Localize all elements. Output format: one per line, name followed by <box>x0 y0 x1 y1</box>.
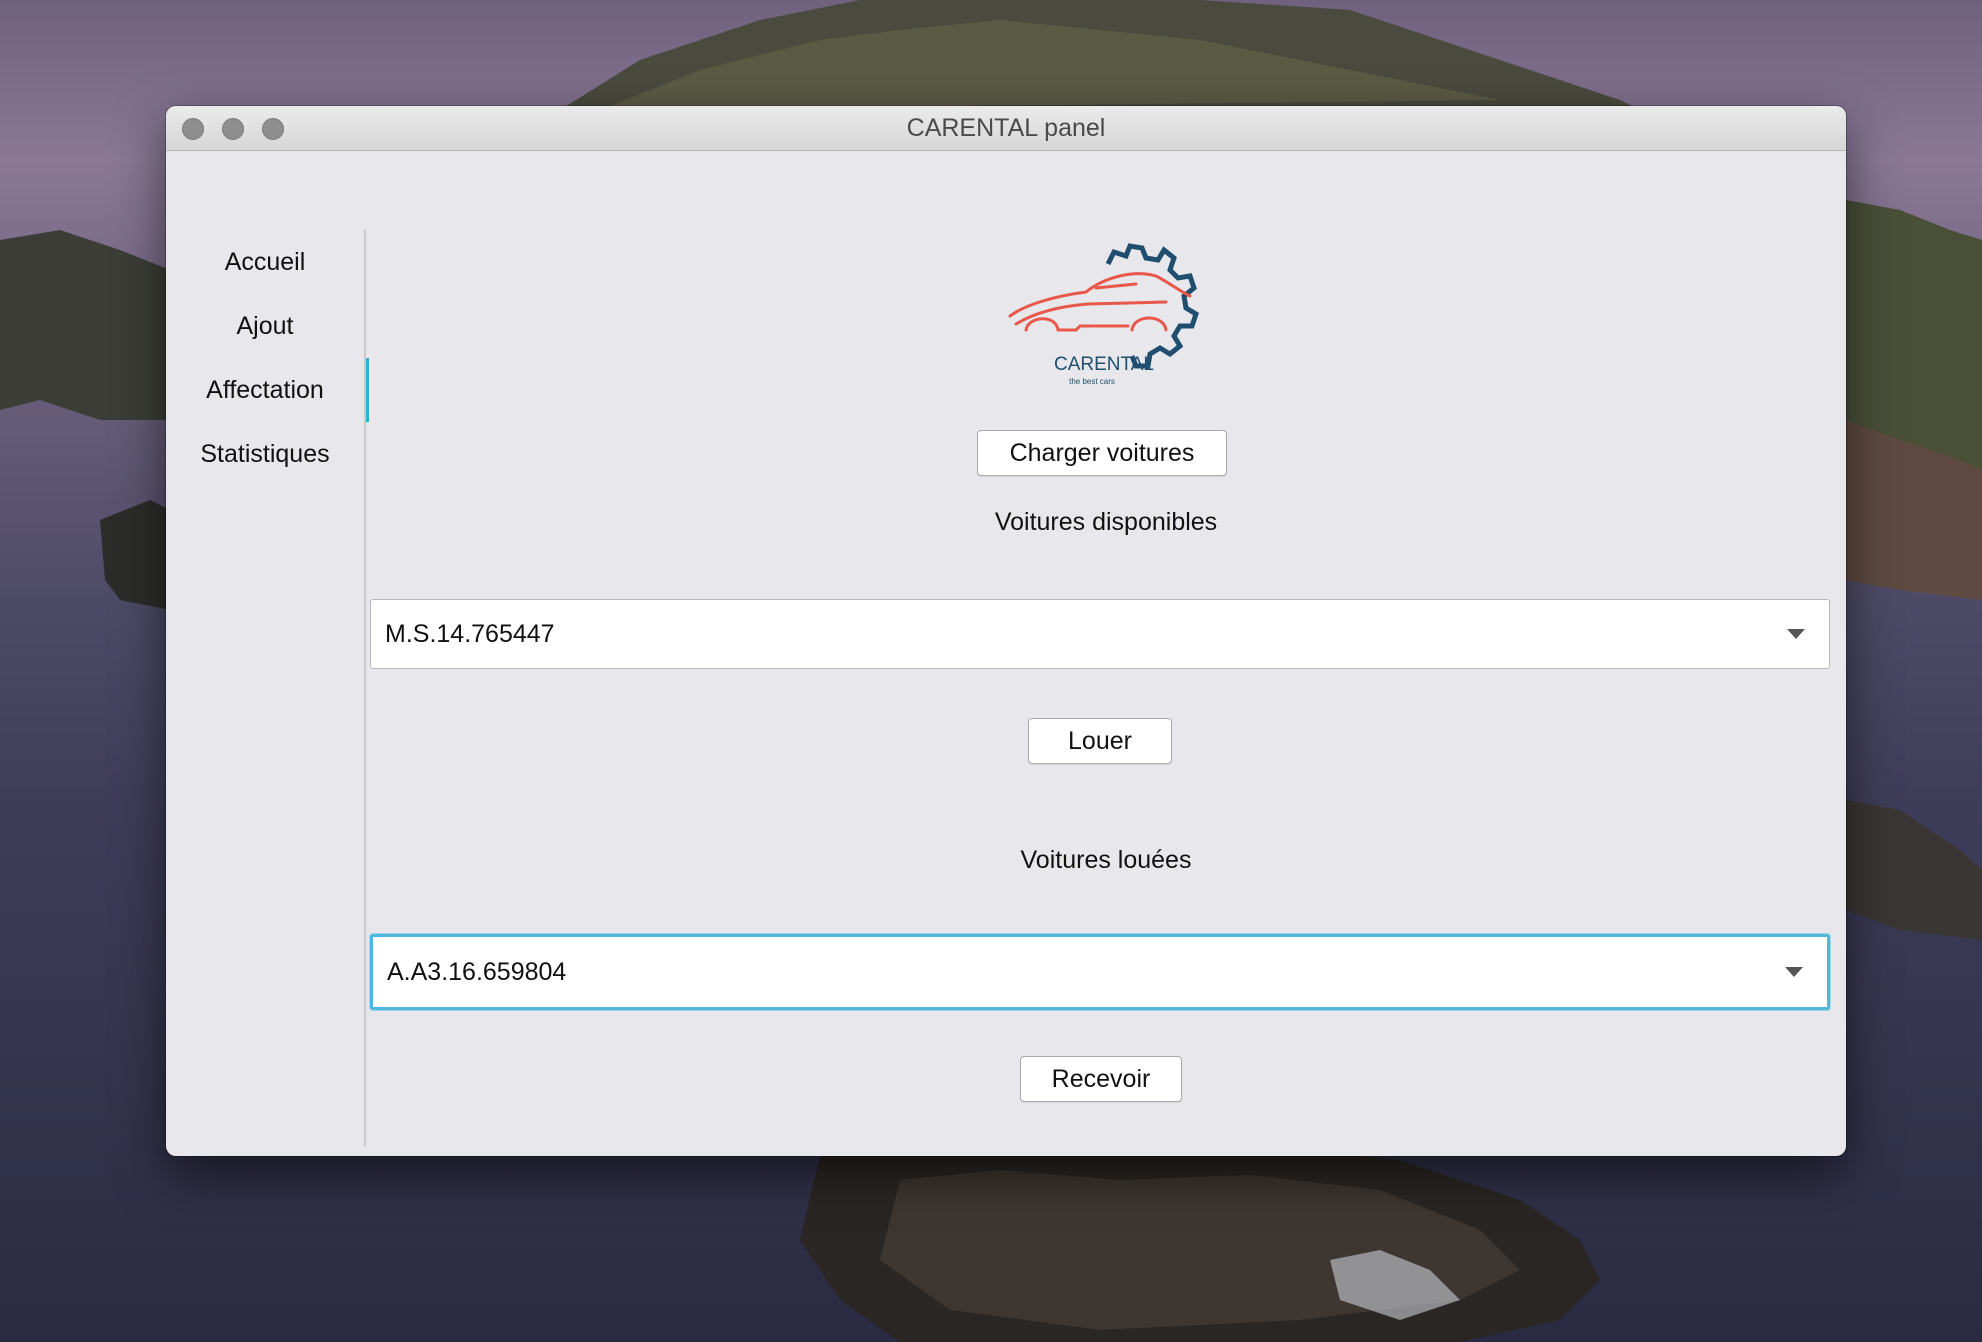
sidebar-item-ajout[interactable]: Ajout <box>166 294 364 358</box>
logo-tagline-text: the best cars <box>1069 377 1115 386</box>
sidebar-item-affectation[interactable]: Affectation <box>166 358 369 422</box>
recevoir-button[interactable]: Recevoir <box>1020 1056 1182 1102</box>
rented-cars-value: A.A3.16.659804 <box>387 957 567 986</box>
available-cars-label: Voitures disponibles <box>994 508 1218 536</box>
app-window: CARENTAL panel Accueil Ajout Affectation… <box>166 106 1846 1156</box>
window-title: CARENTAL panel <box>906 114 1106 142</box>
logo-brand-text: CARENTAL <box>1054 354 1154 375</box>
chevron-down-icon <box>1785 967 1803 977</box>
available-cars-value: M.S.14.765447 <box>385 619 555 648</box>
carental-logo: CARENTAL the best cars <box>996 226 1216 386</box>
sidebar-item-statistiques[interactable]: Statistiques <box>166 422 364 486</box>
louer-button[interactable]: Louer <box>1028 718 1172 764</box>
car-gear-logo-icon: CARENTAL the best cars <box>1008 243 1200 386</box>
available-cars-select[interactable]: M.S.14.765447 <box>370 599 1830 669</box>
title-bar[interactable]: CARENTAL panel <box>166 106 1846 151</box>
sidebar-divider <box>364 230 366 1146</box>
rented-cars-select[interactable]: A.A3.16.659804 <box>370 934 1830 1010</box>
chevron-down-icon <box>1787 629 1805 639</box>
charger-voitures-button[interactable]: Charger voitures <box>977 430 1227 476</box>
sidebar-item-accueil[interactable]: Accueil <box>166 230 364 294</box>
rented-cars-label: Voitures louées <box>1020 846 1192 874</box>
sidebar-nav: Accueil Ajout Affectation Statistiques <box>166 230 369 486</box>
